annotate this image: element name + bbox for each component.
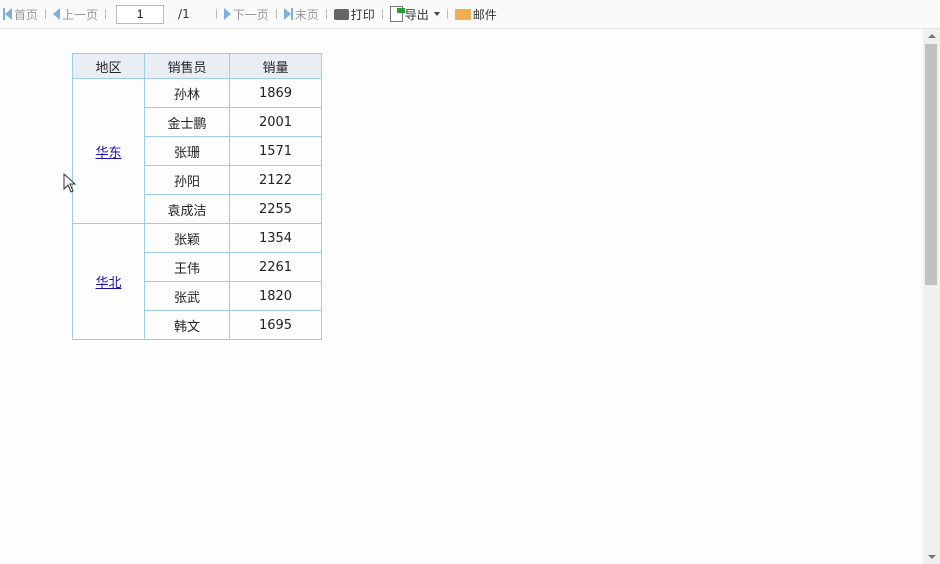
sales-cell: 1571: [229, 136, 322, 166]
report-content: 地区 销售员 销量 华东 孙林 1869 金士鹏 2001 张珊 1571 孙阳 2122 袁成洁…: [0, 29, 923, 564]
mouse-cursor-icon: [63, 173, 77, 193]
header-region: 地区: [72, 53, 145, 79]
header-sales: 销量: [229, 53, 322, 79]
divider: [325, 9, 327, 19]
last-page-icon: [283, 8, 293, 20]
divider: [45, 9, 47, 19]
mail-icon: [454, 8, 471, 20]
report-toolbar: 首页 上一页 /1 下一页 末页 打印 导出 邮件: [0, 0, 940, 29]
divider: [381, 9, 383, 19]
dropdown-caret-icon: [433, 12, 440, 16]
scroll-down-icon[interactable]: [928, 555, 936, 559]
region-cell: 华东: [72, 78, 145, 224]
region-cell: 华北: [72, 223, 145, 340]
salesperson-cell: 韩文: [144, 310, 230, 340]
sales-cell: 1869: [229, 78, 322, 108]
salesperson-cell: 孙阳: [144, 165, 230, 195]
sales-table: 地区 销售员 销量 华东 孙林 1869 金士鹏 2001 张珊 1571 孙阳 2122 袁成洁…: [72, 53, 322, 340]
export-button[interactable]: 导出: [387, 6, 443, 23]
scroll-up-icon[interactable]: [928, 34, 936, 38]
first-page-button[interactable]: 首页: [0, 6, 41, 23]
mail-button[interactable]: 邮件: [452, 6, 500, 23]
scrollbar-thumb[interactable]: [925, 44, 937, 285]
next-page-button[interactable]: 下一页: [221, 6, 272, 23]
salesperson-cell: 王伟: [144, 252, 230, 282]
table-header-row: 地区 销售员 销量: [72, 53, 322, 79]
divider: [215, 9, 217, 19]
sales-cell: 2261: [229, 252, 322, 282]
divider: [446, 9, 448, 19]
sales-cell: 2001: [229, 107, 322, 137]
vertical-scrollbar[interactable]: [923, 29, 940, 564]
printer-icon: [333, 8, 349, 20]
page-number-input[interactable]: [116, 4, 165, 24]
sales-cell: 2122: [229, 165, 322, 195]
salesperson-cell: 张颖: [144, 223, 230, 253]
divider: [105, 9, 107, 19]
table-row: 华东 孙林 1869: [72, 78, 322, 224]
salesperson-cell: 金士鹏: [144, 107, 230, 137]
print-button[interactable]: 打印: [331, 6, 378, 23]
region-link[interactable]: 华北: [95, 276, 121, 291]
last-page-button[interactable]: 末页: [281, 6, 322, 23]
next-icon: [223, 8, 231, 20]
header-salesperson: 销售员: [144, 53, 230, 79]
page-total: /1: [178, 7, 190, 21]
salesperson-cell: 张珊: [144, 136, 230, 166]
sales-cell: 1354: [229, 223, 322, 253]
salesperson-cell: 袁成洁: [144, 194, 230, 224]
prev-icon: [53, 8, 61, 20]
prev-page-button[interactable]: 上一页: [50, 6, 101, 23]
first-page-icon: [3, 8, 12, 20]
divider: [275, 9, 277, 19]
salesperson-cell: 孙林: [144, 78, 230, 108]
region-link[interactable]: 华东: [95, 146, 121, 161]
export-icon: [389, 6, 405, 22]
salesperson-cell: 张武: [144, 281, 230, 311]
sales-cell: 1820: [229, 281, 322, 311]
sales-cell: 1695: [229, 310, 322, 340]
table-row: 华北 张颖 1354: [72, 223, 322, 340]
sales-cell: 2255: [229, 194, 322, 224]
